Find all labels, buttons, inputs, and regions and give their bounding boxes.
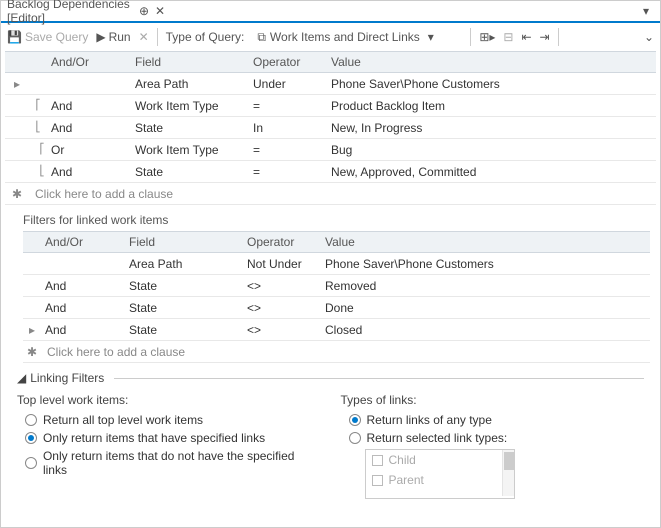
col-header-field[interactable]: Field [125,235,243,249]
new-row-icon: ✱ [23,345,41,359]
outdent-button[interactable]: ⇥ [540,30,550,44]
add-clause-button[interactable]: ⊞▸ [479,30,495,44]
tab-title[interactable]: Backlog Dependencies [Editor] [7,0,136,25]
top-filter-grid: And/Or Field Operator Value ▸ Area Path … [5,51,656,205]
chevron-down-icon: ▾ [428,30,434,44]
group-bracket-icon: ⎡ [29,144,47,155]
filter-row[interactable]: Area Path Not Under Phone Saver\Phone Cu… [23,253,650,275]
row-handle-icon[interactable]: ▸ [23,323,41,337]
pin-icon[interactable]: ⊕ [136,4,152,18]
links-icon: ⧉ [257,30,266,45]
delete-button[interactable]: ✕ [139,30,149,44]
link-types-list: Child Parent [365,449,515,499]
collapse-icon[interactable]: ◢ [17,371,26,385]
col-header-value[interactable]: Value [327,55,656,69]
col-header-field[interactable]: Field [131,55,249,69]
linked-filter-grid: And/Or Field Operator Value Area Path No… [23,231,650,363]
filter-row[interactable]: ⎣ And State In New, In Progress [5,117,656,139]
remove-clause-button[interactable]: ⊟ [503,30,513,44]
close-icon[interactable]: ✕ [152,4,168,18]
add-clause-row[interactable]: ✱ Click here to add a clause [23,341,650,363]
add-clause-row[interactable]: ✱ Click here to add a clause [5,183,656,205]
col-header-value[interactable]: Value [321,235,650,249]
indent-button[interactable]: ⇤ [521,30,531,44]
new-row-icon: ✱ [5,187,29,201]
filter-row[interactable]: ▸ Area Path Under Phone Saver\Phone Cust… [5,73,656,95]
save-query-button[interactable]: 💾 Save Query [7,30,88,44]
query-type-select[interactable]: ⧉ Work Items and Direct Links ▾ [252,27,438,48]
filter-row[interactable]: And State <> Removed [23,275,650,297]
run-button[interactable]: ▶ Run [96,30,130,44]
group-bracket-icon: ⎣ [29,122,47,133]
query-type-label: Type of Query: [166,30,245,44]
radio-links-any[interactable]: Return links of any type [349,413,645,427]
radio-return-specified[interactable]: Only return items that have specified li… [25,431,321,445]
link-type-item[interactable]: Child [366,450,502,470]
radio-return-without[interactable]: Only return items that do not have the s… [25,449,321,477]
row-handle-icon[interactable]: ▸ [5,77,29,91]
group-bracket-icon: ⎣ [29,166,47,177]
dropdown-menu-icon[interactable]: ▾ [638,4,654,18]
filter-row[interactable]: ⎡ And Work Item Type = Product Backlog I… [5,95,656,117]
separator [157,28,158,46]
col-header-andor[interactable]: And/Or [47,55,131,69]
group-bracket-icon: ⎡ [29,100,47,111]
linking-filters-header[interactable]: ◢ Linking Filters [17,371,644,385]
link-type-item[interactable]: Parent [366,470,502,490]
scrollbar[interactable] [502,450,514,496]
play-icon: ▶ [96,30,105,44]
col-header-andor[interactable]: And/Or [41,235,125,249]
radio-return-all[interactable]: Return all top level work items [25,413,321,427]
overflow-menu[interactable]: ⌄ [644,30,654,44]
top-level-label: Top level work items: [17,393,321,407]
filter-row[interactable]: ⎣ And State = New, Approved, Committed [5,161,656,183]
separator [470,28,471,46]
radio-links-selected[interactable]: Return selected link types: [349,431,645,445]
filter-row[interactable]: And State <> Done [23,297,650,319]
col-header-operator[interactable]: Operator [249,55,327,69]
types-of-links-label: Types of links: [341,393,645,407]
separator [558,28,559,46]
col-header-operator[interactable]: Operator [243,235,321,249]
filter-row[interactable]: ▸ And State <> Closed [23,319,650,341]
save-icon: 💾 [7,30,22,44]
linked-filters-label: Filters for linked work items [23,213,660,227]
filter-row[interactable]: ⎡ Or Work Item Type = Bug [5,139,656,161]
